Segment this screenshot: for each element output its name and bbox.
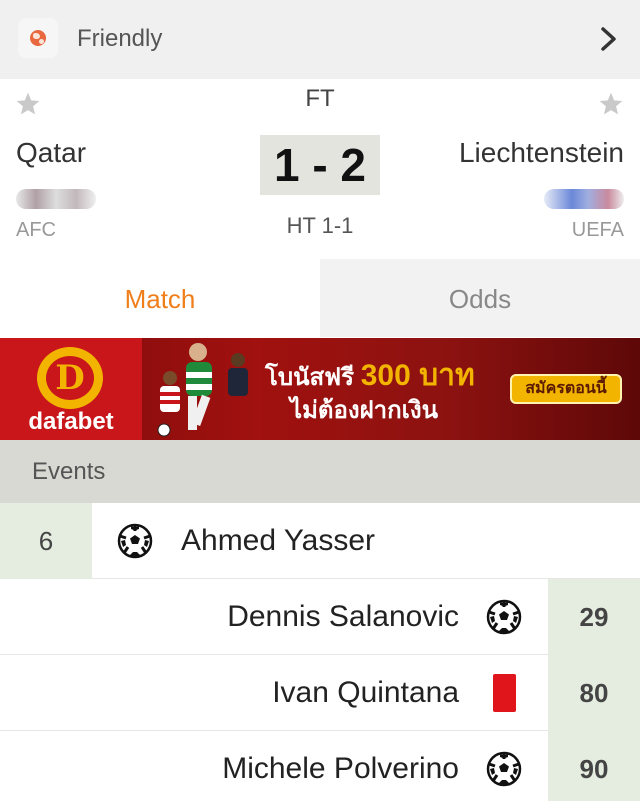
ad-headline-prefix: โบนัสฟรี — [265, 364, 355, 391]
ad-banner[interactable]: D dafabet โบนัสฟรี 300 บาท ไม่ต้องฝากเงิ… — [0, 338, 640, 440]
home-confederation: AFC — [16, 219, 56, 241]
ad-subline: ไม่ต้องฝากเงิน — [290, 397, 439, 424]
competition-header[interactable]: Friendly — [0, 0, 640, 79]
red-card-icon — [493, 674, 516, 712]
event-minute: 6 — [0, 503, 92, 579]
home-flag-icon — [16, 189, 96, 209]
events-section-header: Events — [0, 440, 640, 503]
event-minute: 29 — [548, 579, 640, 655]
events-heading: Events — [32, 458, 106, 485]
event-player[interactable]: Dennis Salanovic — [227, 579, 459, 655]
ad-headline-amount: 300 บาท — [360, 359, 475, 392]
event-player[interactable]: Michele Polverino — [222, 731, 459, 801]
ad-signup-button[interactable]: สมัครตอนนี้ — [510, 374, 622, 404]
event-row: Ivan Quintana 80 — [0, 655, 640, 731]
home-team-name[interactable]: Qatar — [16, 137, 86, 169]
chevron-right-icon[interactable] — [594, 24, 624, 54]
competition-title: Friendly — [77, 25, 163, 52]
event-minute: 90 — [548, 731, 640, 801]
away-flag-icon — [544, 189, 624, 209]
soccer-ball-icon — [486, 751, 522, 787]
dafabet-logo: D dafabet — [0, 338, 142, 440]
event-minute: 80 — [548, 655, 640, 731]
tab-odds[interactable]: Odds — [320, 259, 640, 337]
scoreboard: FT Qatar 1 - 2 Liechtenstein HT 1-1 AFC … — [0, 79, 640, 259]
match-status: FT — [305, 85, 335, 112]
event-player[interactable]: Ivan Quintana — [272, 655, 459, 731]
score: 1 - 2 — [260, 135, 380, 195]
soccer-ball-icon — [117, 523, 153, 559]
tab-match[interactable]: Match — [0, 259, 320, 337]
logo-letter: D — [46, 356, 94, 400]
brand-name: dafabet — [28, 408, 114, 435]
half-time-score: HT 1-1 — [286, 213, 354, 238]
tab-bar: Match Odds — [0, 259, 640, 337]
players-image — [157, 343, 248, 437]
away-confederation: UEFA — [571, 219, 624, 241]
favorite-away-star-icon[interactable] — [598, 91, 624, 117]
globe-icon — [18, 18, 58, 58]
event-row: Dennis Salanovic 29 — [0, 579, 640, 655]
event-row: Michele Polverino 90 — [0, 731, 640, 801]
soccer-ball-icon — [486, 599, 522, 635]
event-row: 6 Ahmed Yasser — [0, 503, 640, 579]
away-team-name[interactable]: Liechtenstein — [459, 137, 624, 169]
event-player[interactable]: Ahmed Yasser — [181, 503, 375, 579]
